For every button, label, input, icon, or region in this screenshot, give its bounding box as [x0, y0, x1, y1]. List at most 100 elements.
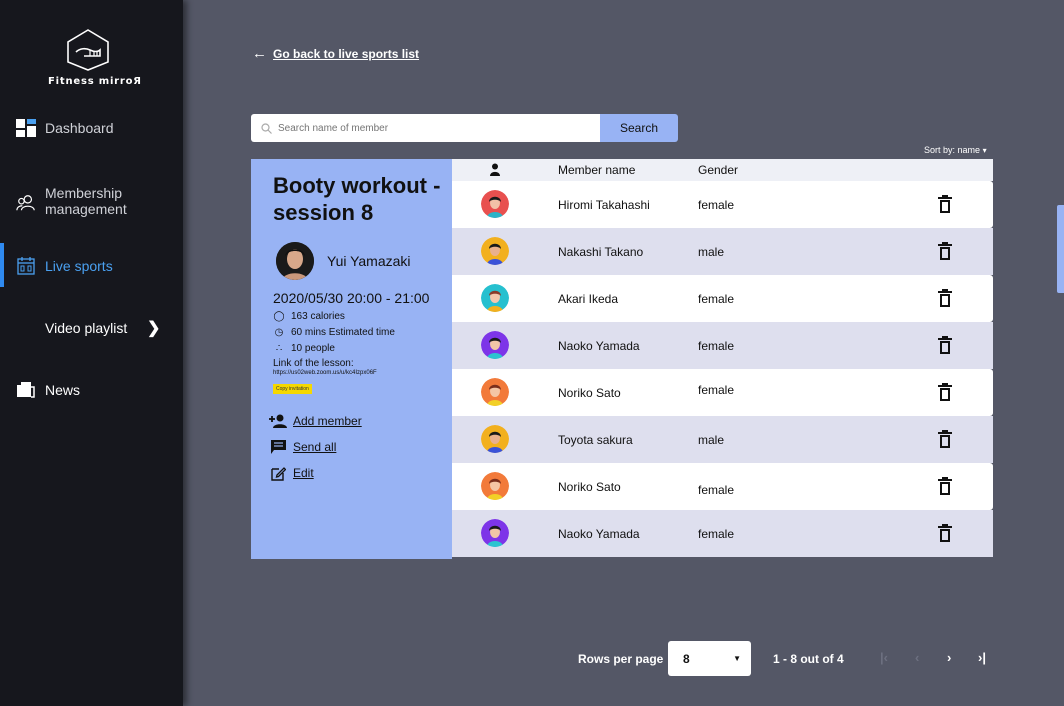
last-page-icon[interactable]: ›|: [978, 650, 986, 665]
table-row[interactable]: Toyota sakura male: [452, 416, 993, 463]
trainer: Yui Yamazaki: [273, 242, 452, 280]
lesson-datetime: 2020/05/30 20:00 - 21:00: [273, 290, 430, 306]
search-icon: [261, 122, 272, 134]
edit-link[interactable]: Edit: [293, 466, 314, 480]
news-icon: [16, 380, 36, 400]
people-value: 10 people: [291, 343, 335, 354]
sidebar-item-video-playlist[interactable]: Video playlist ❯: [0, 320, 183, 337]
users-icon: [16, 193, 36, 213]
trash-icon[interactable]: [938, 289, 952, 307]
member-gender: male: [698, 245, 725, 259]
member-name: Nakashi Takano: [558, 245, 644, 259]
pagination-range: 1 - 8 out of 4: [773, 652, 844, 666]
member-avatar: [481, 284, 509, 312]
sidebar-item-label: News: [45, 382, 81, 398]
message-icon: [269, 439, 287, 455]
member-gender: male: [698, 433, 725, 447]
trash-icon[interactable]: [938, 383, 952, 401]
calendar-icon: [16, 256, 36, 276]
search-box[interactable]: [251, 114, 600, 142]
member-name: Naoko Yamada: [558, 527, 640, 541]
lesson-link-url[interactable]: https://us02web.zoom.us/u/kc4Izpx06F: [273, 369, 452, 377]
trash-icon[interactable]: [938, 336, 952, 354]
copy-invitation-button[interactable]: Copy invitation: [273, 384, 312, 394]
logo[interactable]: Fitness mirroЯ: [48, 28, 141, 90]
trash-icon[interactable]: [938, 524, 952, 542]
member-gender: female: [698, 483, 735, 497]
table-row[interactable]: Hiromi Takahashi female: [452, 181, 993, 228]
add-member-action[interactable]: Add member: [269, 413, 452, 429]
sidebar: Fitness mirroЯ Dashboard Membership mana…: [0, 0, 183, 706]
duration-value: 60 mins Estimated time: [291, 327, 395, 338]
member-name: Toyota sakura: [558, 433, 633, 447]
member-avatar: [481, 190, 509, 218]
trash-icon[interactable]: [938, 195, 952, 213]
edit-icon: [269, 465, 287, 481]
rows-per-page-select[interactable]: 8 ▼: [668, 641, 751, 676]
member-avatar: [481, 472, 509, 500]
people-row: ∴ 10 people: [273, 343, 452, 354]
column-header-name[interactable]: Member name: [558, 163, 635, 177]
member-name: Naoko Yamada: [558, 339, 640, 353]
edit-action[interactable]: Edit: [270, 465, 452, 481]
table-row[interactable]: Naoko Yamada female: [452, 322, 993, 369]
sidebar-item-dashboard[interactable]: Dashboard: [0, 118, 183, 138]
chevron-down-icon: ▾: [982, 146, 987, 155]
trainer-avatar: [276, 242, 314, 280]
rows-per-page-label: Rows per page: [578, 652, 664, 666]
search-button[interactable]: Search: [600, 114, 678, 142]
member-avatar: [481, 519, 509, 547]
sidebar-item-live-sports[interactable]: Live sports: [0, 256, 183, 276]
table-row[interactable]: Nakashi Takano male: [452, 228, 993, 275]
member-name: Noriko Sato: [558, 386, 621, 400]
table-row[interactable]: Noriko Sato female: [452, 463, 993, 510]
member-gender: female: [698, 383, 735, 397]
sort-value: name: [957, 145, 981, 155]
back-link-label[interactable]: Go back to live sports list: [273, 47, 419, 61]
scroll-handle[interactable]: [1057, 205, 1064, 293]
trash-icon[interactable]: [938, 430, 952, 448]
search-input[interactable]: [278, 122, 578, 134]
table-row[interactable]: Noriko Sato female: [452, 369, 993, 416]
next-page-icon[interactable]: ›: [947, 650, 951, 665]
column-header-gender[interactable]: Gender: [698, 163, 738, 177]
trainer-name: Yui Yamazaki: [327, 253, 411, 269]
sidebar-item-label: Membership management: [45, 185, 127, 217]
sidebar-item-news[interactable]: News: [0, 382, 183, 398]
lesson-title: Booty workout - session 8: [273, 173, 441, 225]
add-member-link[interactable]: Add member: [293, 414, 362, 428]
member-gender: female: [698, 339, 735, 353]
group-icon: ∴: [275, 343, 283, 354]
lesson-panel: Booty workout - session 8 Yui Yamazaki 2…: [251, 159, 452, 559]
sort-label: Sort by:: [924, 145, 956, 155]
table-row[interactable]: Akari Ikeda female: [452, 275, 993, 322]
chevron-right-icon: ❯: [147, 320, 161, 337]
dashboard-icon: [16, 118, 36, 138]
send-all-action[interactable]: Send all: [270, 439, 452, 455]
prev-page-icon[interactable]: ‹: [915, 650, 919, 665]
sort-control[interactable]: Sort by: name ▾: [924, 145, 987, 155]
member-name: Akari Ikeda: [558, 292, 619, 306]
member-avatar: [481, 331, 509, 359]
members-table: Member name Gender Hiromi Takahashi femal…: [452, 159, 993, 559]
calories-row: ◯ 163 calories: [273, 311, 452, 322]
rows-per-page-value: 8: [683, 651, 690, 666]
person-add-icon: [269, 413, 287, 429]
person-icon: [490, 163, 500, 179]
caret-down-icon: ▼: [733, 654, 741, 663]
arrow-left-icon: ←: [252, 45, 267, 62]
sidebar-item-membership[interactable]: Membership management: [0, 185, 183, 217]
clock-icon: ◷: [274, 327, 284, 338]
first-page-icon[interactable]: |‹: [880, 650, 888, 665]
duration-row: ◷ 60 mins Estimated time: [273, 327, 452, 338]
sidebar-item-label: Dashboard: [45, 120, 114, 136]
member-avatar: [481, 425, 509, 453]
lesson-link-label: Link of the lesson:: [273, 358, 354, 369]
trash-icon[interactable]: [938, 477, 952, 495]
send-all-link[interactable]: Send all: [293, 440, 336, 454]
sidebar-item-label: Live sports: [45, 258, 113, 274]
flame-icon: ◯: [273, 311, 285, 322]
table-row[interactable]: Naoko Yamada female: [452, 510, 993, 557]
back-link[interactable]: ← Go back to live sports list: [252, 45, 419, 62]
trash-icon[interactable]: [938, 242, 952, 260]
